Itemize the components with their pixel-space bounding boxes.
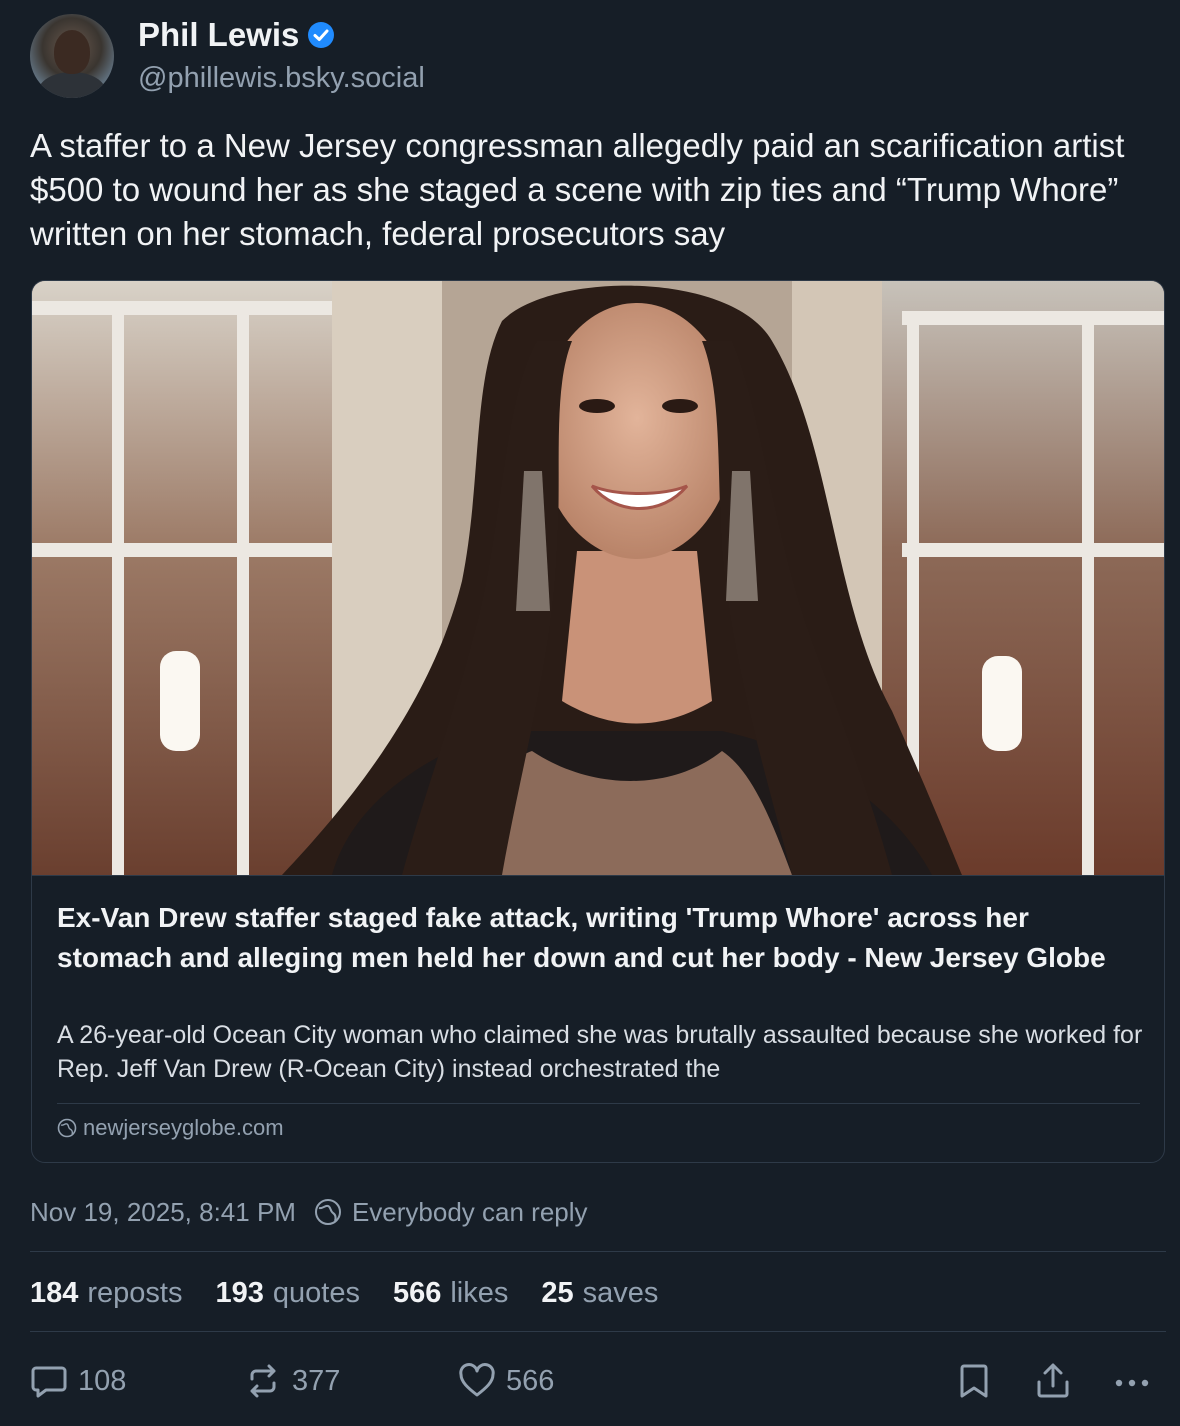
- link-card-domain-row: newjerseyglobe.com: [57, 1113, 284, 1143]
- bookmark-icon: [956, 1362, 992, 1400]
- ellipsis-icon: [1112, 1362, 1152, 1400]
- heart-icon: [458, 1362, 496, 1400]
- divider-top: [30, 1251, 1166, 1252]
- post-text: A staffer to a New Jersey congressman al…: [30, 127, 1125, 252]
- post-timestamp[interactable]: Nov 19, 2025, 8:41 PM: [30, 1197, 296, 1228]
- share-button[interactable]: [1034, 1360, 1072, 1402]
- like-button[interactable]: 566: [458, 1360, 554, 1402]
- reply-button[interactable]: 108: [30, 1360, 126, 1402]
- verified-check-icon[interactable]: [307, 21, 335, 49]
- stat-label: reposts: [87, 1276, 183, 1309]
- repost-icon: [244, 1362, 282, 1400]
- bookmark-button[interactable]: [956, 1360, 992, 1402]
- globe-icon: [314, 1198, 342, 1226]
- divider-bottom: [30, 1331, 1166, 1332]
- engagement-stats: 184 reposts 193 quotes 566 likes 25 save…: [30, 1274, 658, 1312]
- stat-likes[interactable]: 566 likes: [393, 1277, 508, 1310]
- stat-reposts[interactable]: 184 reposts: [30, 1277, 183, 1310]
- stat-count: 566: [392, 1276, 442, 1309]
- reply-count: 108: [78, 1364, 127, 1397]
- link-card-body: Ex-Van Drew staffer staged fake attack, …: [32, 875, 1164, 1162]
- post-thread-item: Phil Lewis @phillewis.bsky.social A staf…: [0, 0, 1180, 1426]
- link-card-domain: newjerseyglobe.com: [83, 1115, 284, 1140]
- author-display-name[interactable]: Phil Lewis: [138, 16, 299, 54]
- stat-quotes[interactable]: 193 quotes: [216, 1277, 360, 1310]
- stat-count: 193: [215, 1276, 264, 1309]
- link-card-description: A 26-year-old Ocean City woman who claim…: [57, 1021, 1143, 1083]
- repost-button[interactable]: 377: [244, 1360, 340, 1402]
- like-count: 566: [506, 1364, 555, 1397]
- stat-label: saves: [582, 1276, 659, 1309]
- globe-icon: [57, 1118, 77, 1138]
- stat-count: 184: [30, 1276, 79, 1309]
- avatar[interactable]: [30, 14, 114, 98]
- link-card-title: Ex-Van Drew staffer staged fake attack, …: [57, 902, 1106, 973]
- stat-count: 25: [541, 1276, 574, 1309]
- avatar-shoulders: [38, 72, 106, 98]
- post-meta: Nov 19, 2025, 8:41 PM Everybody can repl…: [30, 1195, 588, 1229]
- external-link-card[interactable]: Ex-Van Drew staffer staged fake attack, …: [31, 280, 1165, 1163]
- author-name-row: Phil Lewis: [138, 16, 335, 54]
- reply-setting-label: Everybody can reply: [351, 1196, 588, 1227]
- share-icon: [1034, 1362, 1072, 1400]
- repost-count: 377: [292, 1364, 341, 1397]
- reply-setting[interactable]: Everybody can reply: [314, 1197, 588, 1228]
- author-handle[interactable]: @phillewis.bsky.social: [138, 62, 425, 95]
- stat-label: quotes: [272, 1276, 360, 1309]
- link-card-divider: [57, 1103, 1140, 1104]
- stat-label: likes: [450, 1276, 509, 1309]
- stat-saves[interactable]: 25 saves: [541, 1277, 658, 1310]
- more-options-button[interactable]: [1112, 1360, 1152, 1402]
- avatar-face: [54, 30, 90, 74]
- reply-icon: [30, 1362, 68, 1400]
- link-card-image: [32, 281, 1164, 875]
